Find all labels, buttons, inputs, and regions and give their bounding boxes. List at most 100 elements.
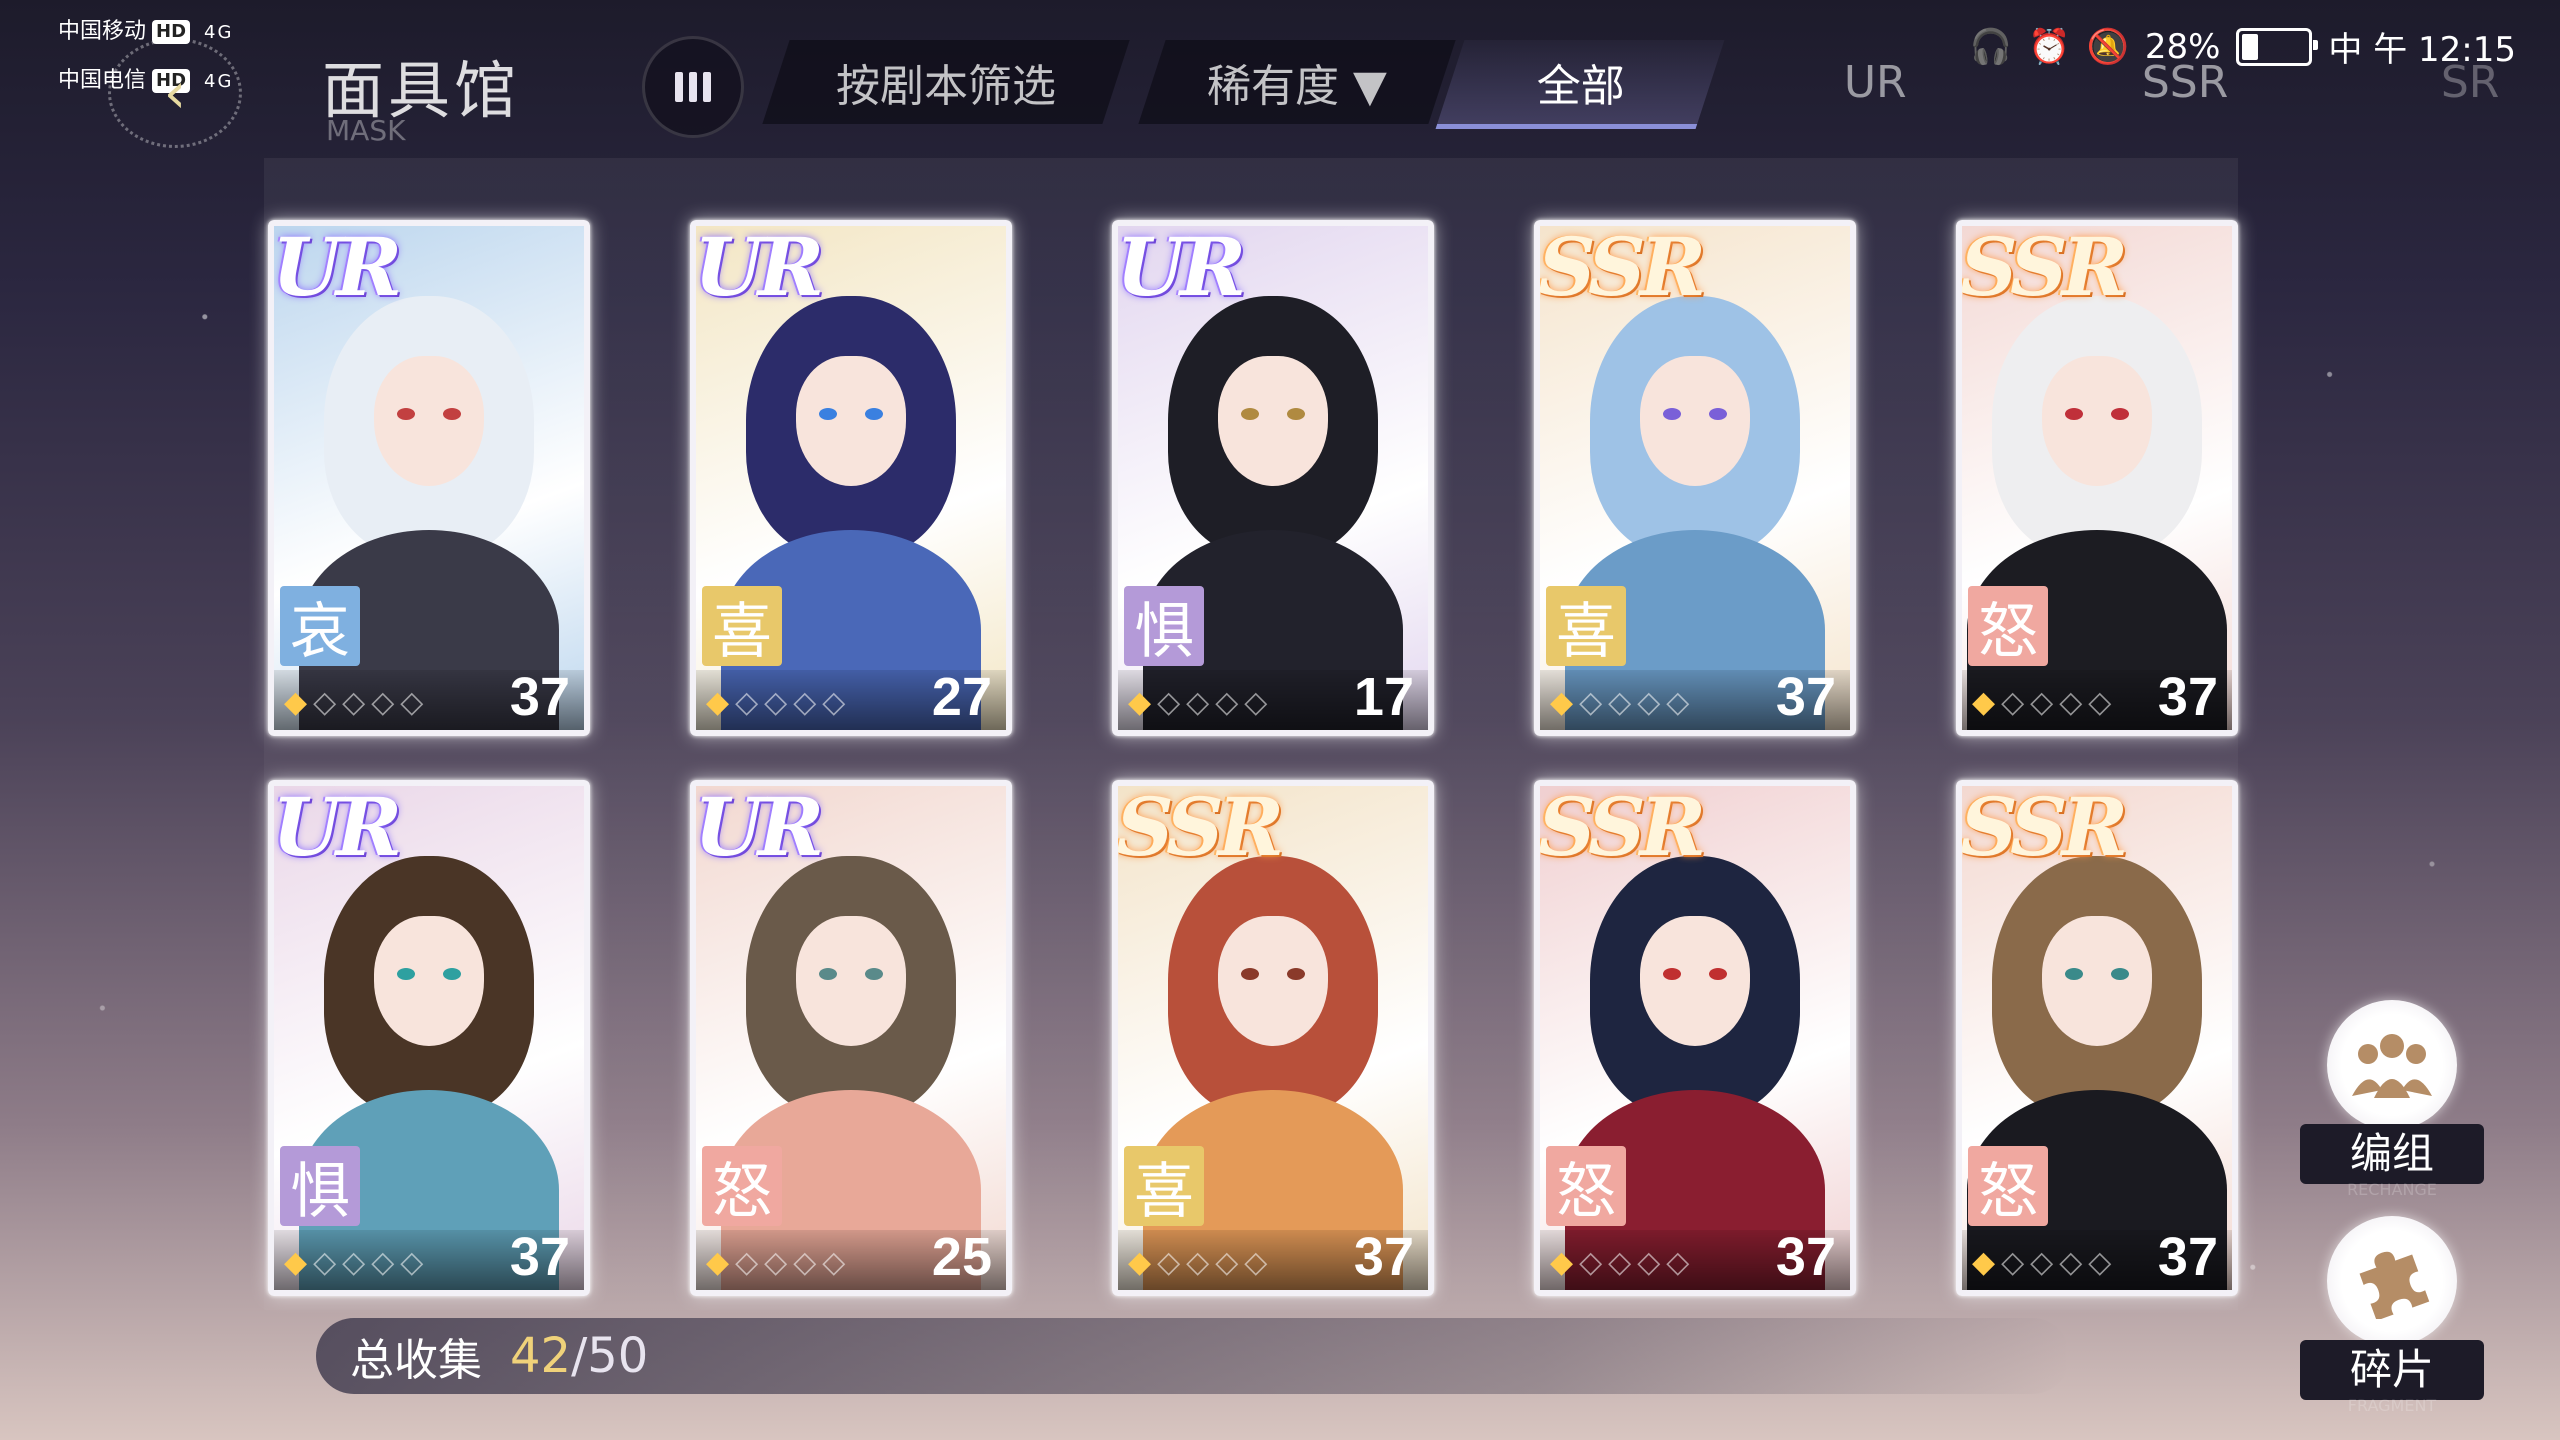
star-rating: ◆◇◇◇◇: [1128, 1245, 1274, 1280]
menu-button[interactable]: [642, 36, 744, 138]
group-icon: [2327, 1000, 2457, 1130]
rarity-badge: SSR: [1960, 220, 2128, 314]
emotion-badge: 怒: [1968, 586, 2048, 667]
emotion-badge: 喜: [702, 586, 782, 667]
tab-rarity-dropdown[interactable]: 稀有度 ▼: [1138, 40, 1456, 124]
character-face: [2042, 916, 2152, 1046]
tab-label: 全部: [1536, 61, 1625, 112]
mask-card[interactable]: SSR 怒 ◆◇◇◇◇ 37: [1534, 780, 1856, 1296]
chevron-left-icon: ‹: [163, 60, 187, 126]
character-eye: [819, 968, 837, 980]
collection-label: 总收集: [350, 1335, 482, 1386]
tab-label: SSR: [2141, 56, 2229, 108]
card-level: 27: [931, 667, 992, 727]
star-rating: ◆◇◇◇◇: [1972, 685, 2118, 720]
character-eye: [1241, 408, 1259, 420]
character-eye: [2111, 408, 2129, 420]
emotion-badge: 喜: [1546, 586, 1626, 667]
fragment-sublabel: FRAGMENT: [2347, 1396, 2437, 1415]
mask-card[interactable]: SSR 喜 ◆◇◇◇◇ 37: [1534, 220, 1856, 736]
rarity-badge: SSR: [1538, 220, 1706, 314]
mask-card[interactable]: SSR 怒 ◆◇◇◇◇ 37: [1956, 220, 2238, 736]
bar-icon: [703, 72, 711, 102]
star-filled-icon: ◆: [706, 1245, 736, 1280]
rarity-badge: UR: [272, 220, 402, 314]
emotion-badge: 哀: [280, 586, 360, 667]
back-button[interactable]: ‹: [108, 38, 242, 148]
star-filled-icon: ◆: [284, 685, 314, 720]
star-rating: ◆◇◇◇◇: [284, 685, 430, 720]
page-subtitle: MASK: [326, 114, 406, 147]
collection-total: /50: [571, 1328, 649, 1384]
character-eye: [1709, 968, 1727, 980]
emotion-badge: 喜: [1124, 1146, 1204, 1227]
mask-card[interactable]: SSR 怒 ◆◇◇◇◇ 37: [1956, 780, 2238, 1296]
emotion-badge: 怒: [1968, 1146, 2048, 1227]
character-eye: [865, 408, 883, 420]
character-eye: [2065, 968, 2083, 980]
tab-ssr[interactable]: SSR: [2076, 40, 2293, 124]
character-eye: [1663, 408, 1681, 420]
character-face: [1640, 356, 1750, 486]
bar-icon: [689, 72, 697, 102]
emotion-badge: 惧: [1124, 586, 1204, 667]
bar-icon: [675, 72, 683, 102]
character-eye: [865, 968, 883, 980]
star-filled-icon: ◆: [284, 1245, 314, 1280]
card-level: 37: [1353, 1227, 1414, 1287]
collection-count: 42: [510, 1328, 572, 1384]
character-face: [1640, 916, 1750, 1046]
rarity-badge: SSR: [1116, 780, 1284, 874]
tab-script-filter[interactable]: 按剧本筛选: [762, 40, 1130, 124]
star-rating: ◆◇◇◇◇: [706, 685, 852, 720]
star-filled-icon: ◆: [1972, 1245, 2002, 1280]
character-eye: [443, 408, 461, 420]
card-level: 37: [2157, 667, 2218, 727]
mask-card[interactable]: UR 惧 ◆◇◇◇◇ 17: [1112, 220, 1434, 736]
character-face: [796, 356, 906, 486]
star-filled-icon: ◆: [1128, 685, 1158, 720]
character-eye: [2065, 408, 2083, 420]
star-filled-icon: ◆: [1550, 685, 1580, 720]
tab-label: UR: [1843, 56, 1907, 108]
carrier-1: 中国移动: [58, 19, 147, 44]
character-face: [796, 916, 906, 1046]
team-label: 编组: [2300, 1124, 2484, 1184]
puzzle-icon: [2327, 1216, 2457, 1346]
star-rating: ◆◇◇◇◇: [284, 1245, 430, 1280]
tab-sr[interactable]: SR: [2386, 40, 2553, 124]
team-button[interactable]: 编组 RECHANGE: [2300, 1000, 2484, 1199]
mask-card[interactable]: UR 怒 ◆◇◇◇◇ 25: [690, 780, 1012, 1296]
rarity-badge: UR: [694, 780, 824, 874]
mask-card[interactable]: UR 惧 ◆◇◇◇◇ 37: [268, 780, 590, 1296]
mask-card[interactable]: UR 哀 ◆◇◇◇◇ 37: [268, 220, 590, 736]
star-rating: ◆◇◇◇◇: [1972, 1245, 2118, 1280]
character-face: [1218, 356, 1328, 486]
character-eye: [819, 408, 837, 420]
rarity-badge: SSR: [1960, 780, 2128, 874]
emotion-badge: 惧: [280, 1146, 360, 1227]
network-1: 4G: [204, 22, 234, 43]
tab-label: 稀有度 ▼: [1207, 61, 1387, 112]
card-level: 37: [509, 1227, 570, 1287]
character-eye: [397, 408, 415, 420]
rarity-badge: UR: [694, 220, 824, 314]
alarm-icon: ⏰: [2028, 26, 2071, 67]
star-filled-icon: ◆: [706, 685, 736, 720]
mask-card[interactable]: SSR 喜 ◆◇◇◇◇ 37: [1112, 780, 1434, 1296]
tab-all[interactable]: 全部: [1435, 40, 1725, 129]
character-eye: [1663, 968, 1681, 980]
star-rating: ◆◇◇◇◇: [1550, 1245, 1696, 1280]
character-eye: [443, 968, 461, 980]
card-grid: UR 哀 ◆◇◇◇◇ 37 UR 喜 ◆◇◇◇◇ 27 UR 惧 ◆◇◇◇◇ 1…: [264, 158, 2238, 1310]
card-level: 37: [1775, 1227, 1836, 1287]
collection-progress: 总收集 42 /50: [316, 1318, 2070, 1394]
rarity-badge: UR: [1116, 220, 1246, 314]
mask-card[interactable]: UR 喜 ◆◇◇◇◇ 27: [690, 220, 1012, 736]
character-eye: [397, 968, 415, 980]
fragment-label: 碎片: [2300, 1340, 2484, 1400]
star-rating: ◆◇◇◇◇: [706, 1245, 852, 1280]
tab-ur[interactable]: UR: [1766, 40, 1983, 124]
fragment-button[interactable]: 碎片 FRAGMENT: [2300, 1216, 2484, 1415]
team-sublabel: RECHANGE: [2347, 1180, 2437, 1199]
